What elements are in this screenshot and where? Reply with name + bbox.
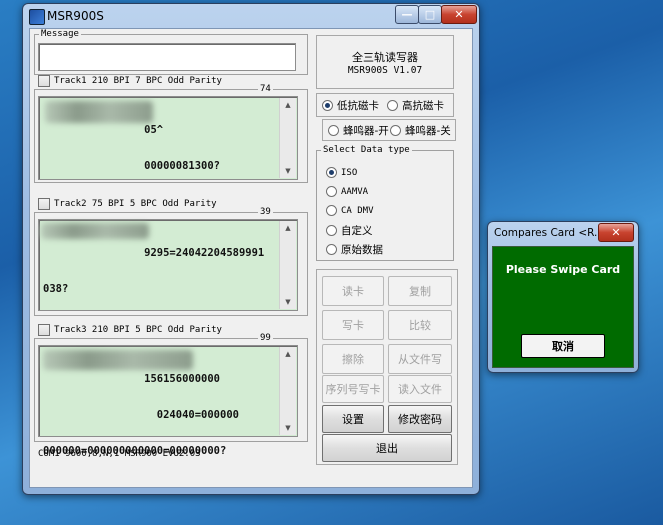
coercivity-low-option[interactable]: 低抗磁卡 — [322, 98, 379, 113]
dialog-title: Compares Card <R... — [494, 227, 605, 239]
device-version: MSR900S V1.07 — [347, 64, 423, 76]
data-type-iso[interactable]: ISO — [326, 167, 357, 178]
track3-scrollbar[interactable]: ▲ ▼ — [279, 347, 296, 435]
data-type-legend: Select Data type — [323, 145, 410, 155]
buzzer-off-label: 蜂鸣器-关 — [405, 125, 451, 137]
exit-button[interactable]: 退出 — [322, 434, 452, 462]
copy-button[interactable]: 复制 — [388, 276, 452, 306]
scroll-down-icon[interactable]: ▼ — [280, 164, 296, 178]
data-type-custom[interactable]: 自定义 — [326, 223, 373, 238]
scroll-up-icon[interactable]: ▲ — [280, 221, 296, 235]
device-info-box: 全三轨读写器 MSR900S V1.07 — [316, 35, 454, 89]
radio-buzzer-on[interactable] — [328, 125, 339, 136]
settings-button[interactable]: 设置 — [322, 405, 384, 433]
main-titlebar[interactable]: MSR900S — □ ✕ — [23, 4, 479, 28]
compare-card-dialog: Compares Card <R... ✕ Please Swipe Card … — [487, 221, 639, 373]
dialog-titlebar[interactable]: Compares Card <R... ✕ — [488, 222, 638, 246]
buzzer-on-label: 蜂鸣器-开 — [343, 125, 389, 137]
track2-textarea[interactable]: 9295=24042204589991 038? ▲ ▼ — [38, 219, 298, 311]
message-field[interactable] — [38, 43, 296, 71]
track2-scrollbar[interactable]: ▲ ▼ — [279, 221, 296, 309]
masked-data — [41, 223, 149, 239]
device-name: 全三轨读写器 — [352, 50, 418, 64]
track1-scrollbar[interactable]: ▲ ▼ — [279, 98, 296, 178]
radio-aamva[interactable] — [326, 186, 337, 197]
write-from-file-button[interactable]: 从文件写 — [388, 344, 452, 374]
track3-textarea[interactable]: 156156000000 024040=000000 000000=000000… — [38, 345, 298, 457]
minimize-icon: — — [401, 8, 413, 21]
track1-line: 05^ — [43, 124, 164, 136]
track3-line: 156156000000 — [43, 373, 221, 385]
read-card-button[interactable]: 读卡 — [322, 276, 384, 306]
close-icon: ✕ — [611, 226, 621, 239]
track3-count: 99 — [258, 333, 273, 343]
masked-data — [45, 101, 153, 123]
radio-iso[interactable] — [326, 167, 337, 178]
main-window-title: MSR900S — [47, 9, 104, 23]
data-type-aamva-label: AAMVA — [341, 186, 369, 197]
change-password-button[interactable]: 修改密码 — [388, 405, 452, 433]
maximize-icon: □ — [424, 8, 436, 21]
coercivity-high-label: 高抗磁卡 — [402, 100, 444, 112]
coercivity-low-label: 低抗磁卡 — [337, 100, 379, 112]
scroll-up-icon[interactable]: ▲ — [280, 347, 296, 361]
scroll-up-icon[interactable]: ▲ — [280, 98, 296, 112]
radio-custom[interactable] — [326, 225, 337, 236]
track2-checkbox[interactable] — [38, 198, 50, 210]
compare-button[interactable]: 比较 — [388, 310, 452, 340]
main-client-area: Message 全三轨读写器 MSR900S V1.07 Track1 210 … — [29, 28, 473, 488]
track3-line: 024040=000000 — [43, 409, 239, 421]
radio-buzzer-off[interactable] — [390, 125, 401, 136]
track1-header: Track1 210 BPI 7 BPC Odd Parity — [38, 75, 222, 87]
close-icon: ✕ — [454, 8, 464, 21]
close-button[interactable]: ✕ — [441, 5, 477, 24]
scroll-down-icon[interactable]: ▼ — [280, 295, 296, 309]
data-type-raw[interactable]: 原始数据 — [326, 242, 383, 257]
data-type-iso-label: ISO — [341, 167, 358, 178]
maximize-button[interactable]: □ — [418, 5, 442, 24]
dialog-body: Please Swipe Card 取消 — [492, 246, 634, 368]
track2-count: 39 — [258, 207, 273, 217]
track2-label: Track2 75 BPI 5 BPC Odd Parity — [54, 199, 217, 209]
serial-write-button[interactable]: 序列号写卡 — [322, 375, 384, 403]
track2-line: 9295=24042204589991 — [43, 247, 265, 259]
radio-raw[interactable] — [326, 244, 337, 255]
app-icon — [29, 9, 45, 25]
swipe-prompt: Please Swipe Card — [505, 263, 621, 276]
write-card-button[interactable]: 写卡 — [322, 310, 384, 340]
track2-line: 038? — [43, 283, 69, 295]
track3-checkbox[interactable] — [38, 324, 50, 336]
status-bar: COM1 9600,8,N,1 MSR900 EVU2.03 — [38, 449, 201, 459]
scroll-down-icon[interactable]: ▼ — [280, 421, 296, 435]
data-type-raw-label: 原始数据 — [341, 244, 383, 256]
radio-high[interactable] — [387, 100, 398, 111]
track2-header: Track2 75 BPI 5 BPC Odd Parity — [38, 198, 217, 210]
buzzer-on-option[interactable]: 蜂鸣器-开 — [328, 123, 389, 138]
coercivity-high-option[interactable]: 高抗磁卡 — [387, 98, 444, 113]
radio-ca-dmv[interactable] — [326, 205, 337, 216]
data-type-ca-dmv[interactable]: CA DMV — [326, 205, 374, 216]
track1-checkbox[interactable] — [38, 75, 50, 87]
track3-header: Track3 210 BPI 5 BPC Odd Parity — [38, 324, 222, 336]
cancel-button[interactable]: 取消 — [521, 334, 605, 358]
track1-count: 74 — [258, 84, 273, 94]
buzzer-off-option[interactable]: 蜂鸣器-关 — [390, 123, 451, 138]
track1-textarea[interactable]: 05^ 00000081300? ▲ ▼ — [38, 96, 298, 180]
read-file-button[interactable]: 读入文件 — [388, 375, 452, 403]
erase-button[interactable]: 擦除 — [322, 344, 384, 374]
data-type-custom-label: 自定义 — [341, 225, 373, 237]
radio-low[interactable] — [322, 100, 333, 111]
track1-line: 00000081300? — [43, 160, 221, 172]
track3-label: Track3 210 BPI 5 BPC Odd Parity — [54, 325, 222, 335]
minimize-button[interactable]: — — [395, 5, 419, 24]
main-window: MSR900S — □ ✕ Message 全三轨读写器 MSR900S V1.… — [22, 3, 480, 495]
message-label: Message — [41, 29, 79, 39]
data-type-aamva[interactable]: AAMVA — [326, 186, 368, 197]
data-type-ca-dmv-label: CA DMV — [341, 205, 374, 216]
dialog-close-button[interactable]: ✕ — [598, 223, 634, 242]
masked-data — [43, 350, 193, 370]
track1-label: Track1 210 BPI 7 BPC Odd Parity — [54, 76, 222, 86]
